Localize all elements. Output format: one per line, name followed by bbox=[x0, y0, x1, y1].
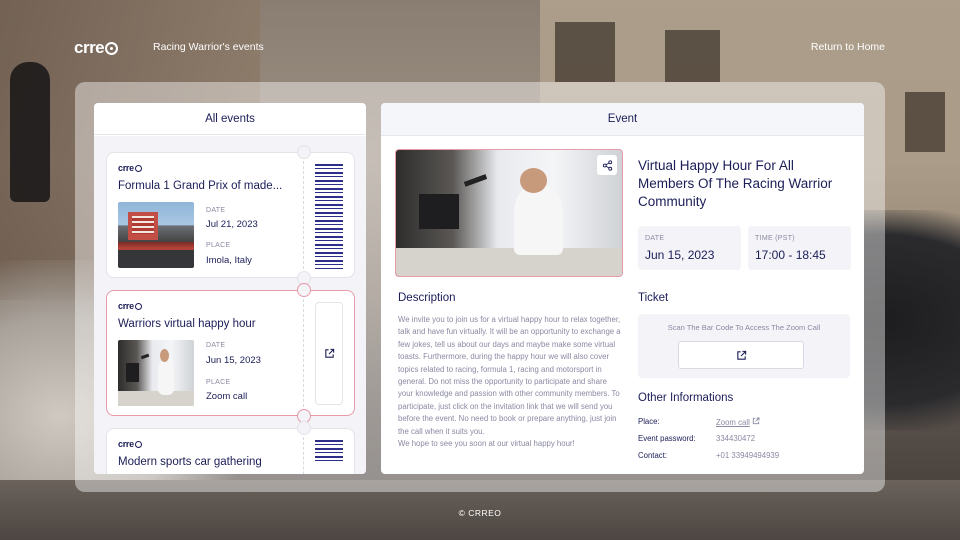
event-ticket-formula1[interactable]: crre Formula 1 Grand Prix of made... DAT… bbox=[106, 145, 355, 285]
event-detail-panel: Event Virtual Happy Hour For All Members… bbox=[381, 103, 864, 474]
events-list[interactable]: crre Formula 1 Grand Prix of made... DAT… bbox=[94, 136, 366, 474]
zoom-call-link[interactable]: Zoom call bbox=[716, 417, 760, 427]
mini-logo: crre bbox=[118, 439, 142, 449]
time-box: TIME (PST) 17:00 - 18:45 bbox=[748, 226, 851, 270]
footer-copyright: © CRREO bbox=[458, 508, 502, 518]
description-body: We invite you to join us for a virtual h… bbox=[398, 315, 621, 436]
event-place: Imola, Italy bbox=[206, 255, 252, 266]
place-label: Place: bbox=[638, 417, 660, 426]
share-icon bbox=[602, 159, 612, 171]
open-event-button[interactable] bbox=[315, 302, 343, 405]
event-date: Jun 15, 2023 bbox=[206, 355, 261, 366]
place-label: PLACE bbox=[206, 379, 231, 386]
event-ticket-sports-car[interactable]: crre Modern sports car gathering bbox=[106, 421, 355, 474]
barcode-icon bbox=[315, 440, 343, 462]
event-heading: Virtual Happy Hour For All Members Of Th… bbox=[638, 158, 833, 209]
mini-logo: crre bbox=[118, 163, 142, 173]
date-box: DATE Jun 15, 2023 bbox=[638, 226, 741, 270]
open-zoom-button[interactable] bbox=[678, 341, 804, 369]
event-password: 334430472 bbox=[716, 434, 756, 443]
event-thumbnail bbox=[118, 202, 194, 268]
event-title: Warriors virtual happy hour bbox=[118, 318, 256, 330]
event-date: Jul 21, 2023 bbox=[206, 219, 258, 230]
contact-label: Contact: bbox=[638, 451, 668, 460]
barcode-icon bbox=[315, 164, 343, 269]
other-info-title: Other Informations bbox=[638, 392, 734, 404]
event-title: Modern sports car gathering bbox=[118, 456, 262, 468]
time-label: TIME (PST) bbox=[755, 235, 795, 242]
event-thumbnail bbox=[118, 340, 194, 406]
contact-value: +01 33949494939 bbox=[716, 451, 780, 460]
event-time: 17:00 - 18:45 bbox=[755, 248, 826, 262]
ticket-hint: Scan The Bar Code To Access The Zoom Cal… bbox=[667, 323, 821, 332]
event-panel-title: Event bbox=[381, 103, 864, 136]
date-label: DATE bbox=[206, 342, 226, 349]
date-label: DATE bbox=[645, 235, 665, 242]
external-link-icon bbox=[752, 417, 760, 425]
ball-icon bbox=[105, 41, 119, 55]
description-title: Description bbox=[398, 292, 456, 304]
event-image bbox=[395, 149, 623, 277]
place-label: PLACE bbox=[206, 242, 231, 249]
description-closing: We hope to see you soon at our virtual h… bbox=[398, 439, 575, 449]
top-bar: crre Racing Warrior's events Return to H… bbox=[0, 0, 960, 92]
return-home-link[interactable]: Return to Home bbox=[811, 41, 885, 53]
mini-logo: crre bbox=[118, 301, 142, 311]
share-button[interactable] bbox=[597, 155, 617, 175]
description-text: We invite you to join us for a virtual h… bbox=[398, 314, 622, 450]
external-link-icon bbox=[736, 350, 746, 360]
app-title: Racing Warrior's events bbox=[153, 41, 264, 53]
date-label: DATE bbox=[206, 207, 226, 214]
event-title: Formula 1 Grand Prix of made... bbox=[118, 180, 283, 192]
ticket-box: Scan The Bar Code To Access The Zoom Cal… bbox=[638, 314, 850, 378]
event-ticket-happy-hour[interactable]: crre Warriors virtual happy hour DATE Ju… bbox=[106, 283, 355, 423]
event-place: Zoom call bbox=[206, 391, 248, 402]
password-label: Event password: bbox=[638, 434, 696, 443]
external-link-icon bbox=[324, 348, 334, 358]
ticket-title: Ticket bbox=[638, 292, 669, 304]
event-date: Jun 15, 2023 bbox=[645, 248, 715, 262]
all-events-panel: All events crre Formula 1 Grand Prix of … bbox=[94, 103, 366, 474]
crreo-logo[interactable]: crre bbox=[74, 38, 119, 58]
all-events-title: All events bbox=[94, 103, 366, 135]
logo-text: crre bbox=[74, 38, 105, 57]
